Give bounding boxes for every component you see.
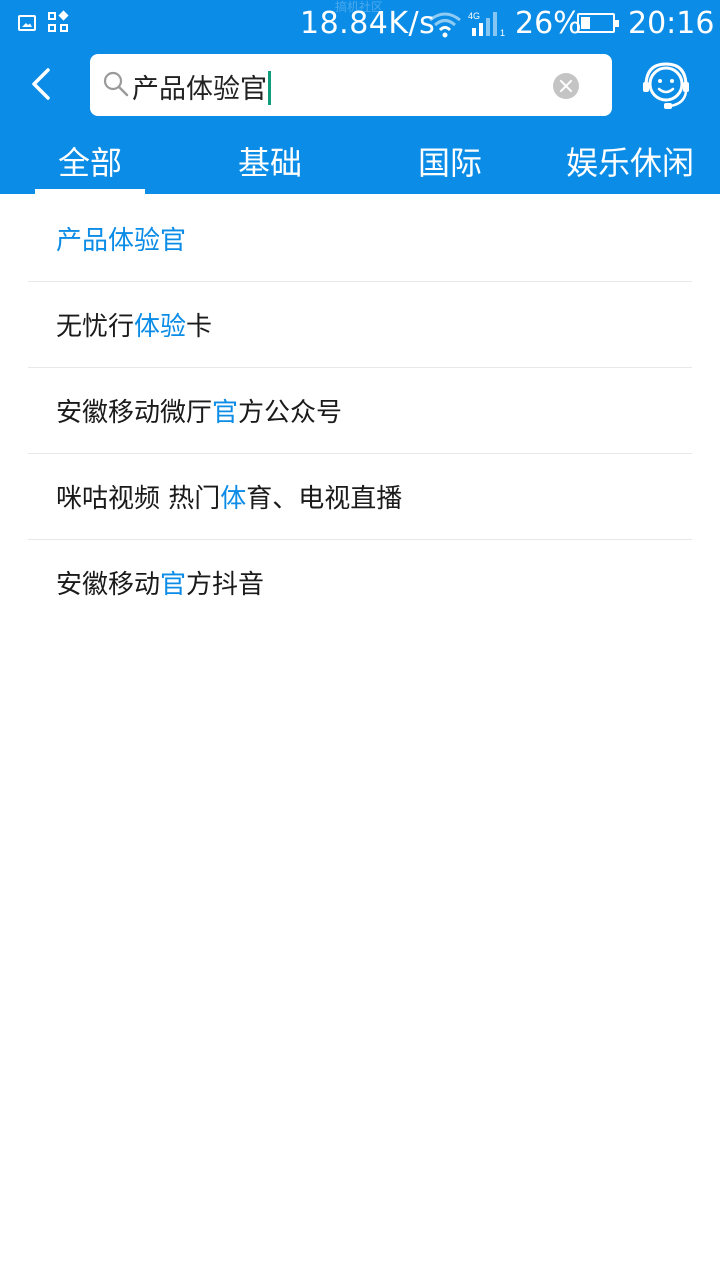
result-text-part: 育、电视直播: [246, 484, 403, 514]
highlighted-text: 官: [212, 398, 239, 428]
tab-entertainment[interactable]: 娱乐休闲: [540, 138, 720, 184]
list-item[interactable]: 产品体验官: [28, 196, 692, 282]
search-results-list: 产品体验官 无忧行体验卡 安徽移动微厅官方公众号 咪咕视频 热门体育、电视直播 …: [28, 196, 692, 626]
category-tabs: 全部 基础 国际 娱乐休闲: [0, 136, 720, 194]
result-text: 无忧行体验卡: [56, 306, 212, 343]
search-field[interactable]: 产品体验官: [90, 54, 612, 116]
tab-basic[interactable]: 基础: [180, 138, 360, 184]
notification-icons: [18, 10, 70, 34]
app-header: 搞机社区 18.84K/s 4G 1 26% 20:16 产品体验官 全部 基础…: [0, 0, 720, 194]
clock: 20:16: [628, 6, 715, 41]
result-text-part: 卡: [186, 312, 213, 342]
text-caret: [268, 71, 271, 105]
back-icon[interactable]: [24, 66, 60, 102]
customer-service-icon[interactable]: [640, 60, 692, 112]
highlighted-text: 官: [160, 570, 187, 600]
result-text: 产品体验官: [56, 220, 186, 257]
network-speed: 18.84K/s: [300, 6, 436, 41]
sim-slot-label: 1: [500, 28, 505, 38]
search-input-value: 产品体验官: [132, 74, 267, 105]
highlighted-text: 体验: [134, 312, 187, 342]
active-tab-indicator: [35, 189, 145, 194]
tab-international[interactable]: 国际: [360, 138, 540, 184]
result-text-part: 安徽移动微厅: [56, 398, 213, 428]
highlighted-text: 体: [220, 484, 247, 514]
result-text: 安徽移动微厅官方公众号: [56, 392, 342, 429]
list-item[interactable]: 咪咕视频 热门体育、电视直播: [28, 454, 692, 540]
battery-percent: 26%: [515, 6, 582, 41]
result-text-part: 安徽移动: [56, 570, 161, 600]
list-item[interactable]: 安徽移动官方抖音: [28, 540, 692, 626]
clear-icon[interactable]: [553, 73, 579, 99]
tab-all[interactable]: 全部: [0, 138, 180, 184]
network-type-label: 4G: [468, 11, 480, 21]
result-text-part: 方抖音: [186, 570, 265, 600]
apps-icon: [48, 10, 70, 34]
highlighted-text: 产品体验官: [56, 226, 187, 256]
result-text: 安徽移动官方抖音: [56, 564, 264, 601]
signal-icon: 4G 1: [468, 11, 505, 38]
result-text: 咪咕视频 热门体育、电视直播: [56, 478, 402, 515]
wifi-icon: [429, 12, 461, 38]
list-item[interactable]: 安徽移动微厅官方公众号: [28, 368, 692, 454]
battery-icon: [577, 13, 619, 33]
status-bar: 搞机社区 18.84K/s 4G 1 26% 20:16: [0, 0, 720, 50]
search-icon: [103, 71, 129, 97]
list-item[interactable]: 无忧行体验卡: [28, 282, 692, 368]
result-text-part: 咪咕视频 热门: [56, 484, 221, 514]
result-text-part: 无忧行: [56, 312, 135, 342]
result-text-part: 方公众号: [238, 398, 343, 428]
image-icon: [18, 15, 36, 31]
search-input[interactable]: 产品体验官: [132, 67, 271, 106]
